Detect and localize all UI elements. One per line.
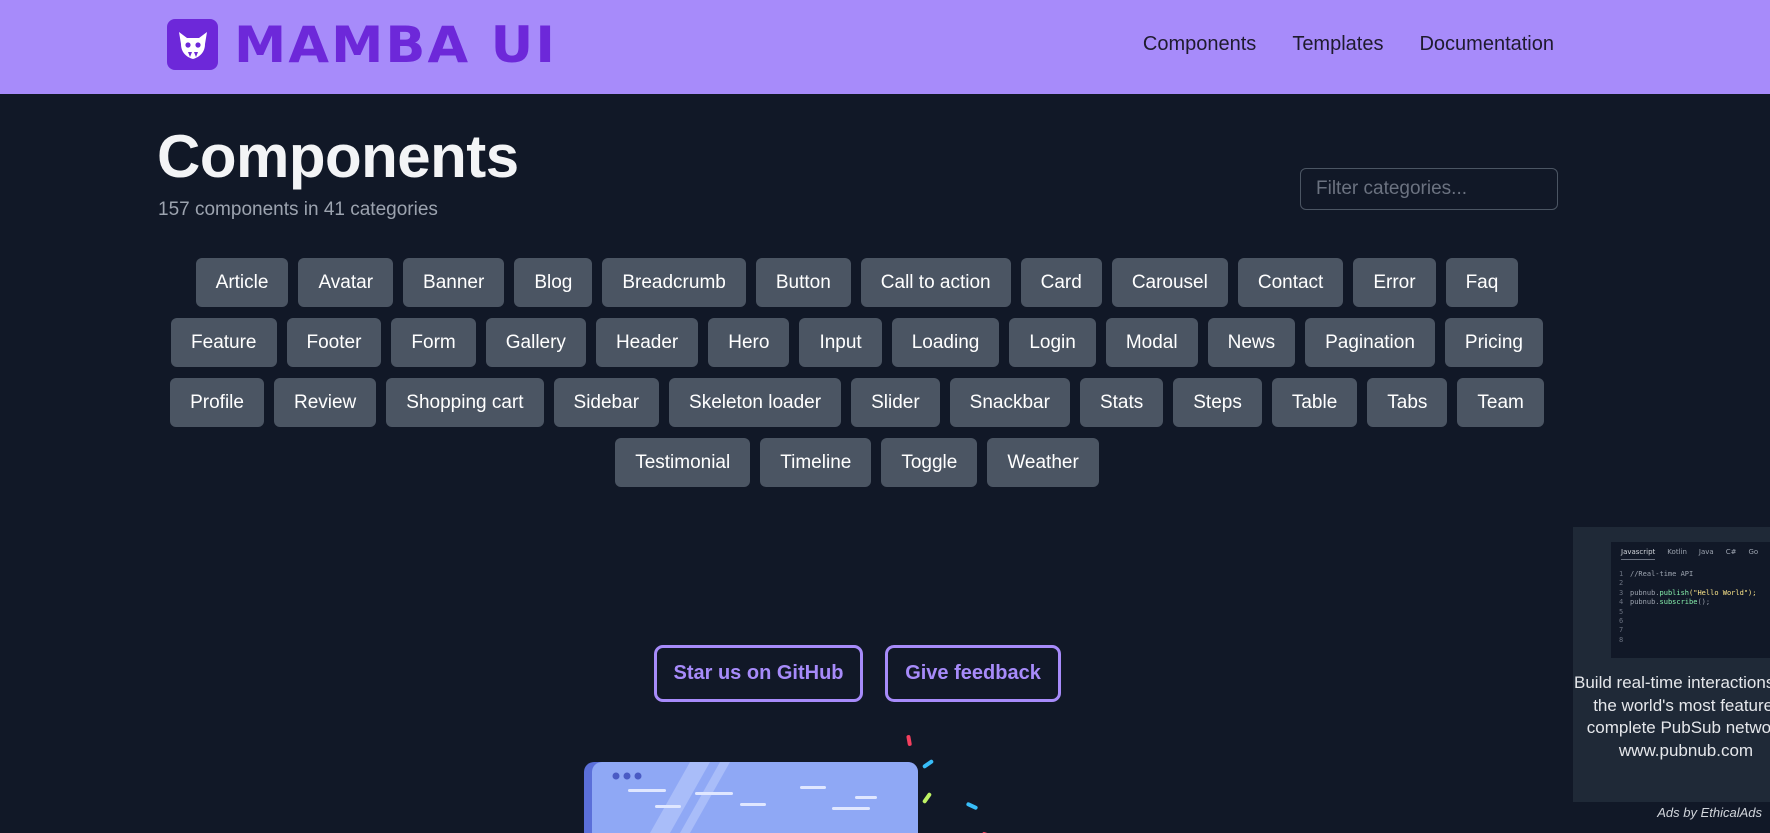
nav-components[interactable]: Components [1143,33,1256,56]
category-chip-loading[interactable]: Loading [891,318,1000,367]
category-chip-blog[interactable]: Blog [514,258,593,307]
page-title: Components [157,123,519,190]
category-chip-faq[interactable]: Faq [1445,258,1519,307]
main-nav: Components Templates Documentation [1143,33,1554,56]
nav-templates[interactable]: Templates [1292,33,1383,56]
ad-code-lines: 1//Real-time API 2 3 pubnub.publish("Hell… [1619,570,1757,644]
category-chip-carousel[interactable]: Carousel [1111,258,1228,307]
ad-tab-javascript: Javascript [1621,548,1656,560]
category-chip-footer[interactable]: Footer [286,318,382,367]
components-count: 157 components in 41 categories [158,199,438,220]
category-chip-article[interactable]: Article [195,258,289,307]
category-chip-toggle[interactable]: Toggle [881,438,978,487]
code-token: (); [1697,598,1711,607]
category-chip-pricing[interactable]: Pricing [1444,318,1543,367]
category-chip-input[interactable]: Input [799,318,882,367]
category-chip-modal[interactable]: Modal [1105,318,1198,367]
code-token: ("Hello World"); [1689,588,1757,597]
category-chip-timeline[interactable]: Timeline [760,438,872,487]
category-chip-review[interactable]: Review [273,378,377,427]
category-list: Article Avatar Banner Blog Breadcrumb Button C… [150,258,1564,487]
category-chip-news[interactable]: News [1207,318,1296,367]
category-chip-slider[interactable]: Slider [851,378,940,427]
category-chip-feature[interactable]: Feature [171,318,277,367]
code-token: subscribe [1659,598,1698,607]
category-chip-table[interactable]: Table [1271,378,1358,427]
category-chip-steps[interactable]: Steps [1173,378,1262,427]
category-chip-form[interactable]: Form [391,318,476,367]
ad-tab-java: Java [1698,548,1714,556]
category-chip-contact[interactable]: Contact [1237,258,1344,307]
category-chip-button[interactable]: Button [755,258,851,307]
category-chip-avatar[interactable]: Avatar [298,258,394,307]
category-chip-testimonial[interactable]: Testimonial [615,438,751,487]
category-chip-sidebar[interactable]: Sidebar [553,378,660,427]
logo[interactable]: MAMBA UI [167,19,555,70]
sponsored-ad[interactable]: Javascript Kotlin Java C# Go 1//Real-tim… [1573,527,1770,802]
category-chip-gallery[interactable]: Gallery [485,318,586,367]
category-chip-stats[interactable]: Stats [1079,378,1164,427]
brand-name: MAMBA UI [234,15,558,74]
browser-illustration [584,735,992,833]
nav-documentation[interactable]: Documentation [1419,33,1554,56]
category-chip-header[interactable]: Header [595,318,699,367]
category-chip-card[interactable]: Card [1020,258,1102,307]
category-chip-weather[interactable]: Weather [987,438,1099,487]
mamba-logo-icon [167,19,218,70]
category-chip-snackbar[interactable]: Snackbar [949,378,1070,427]
code-comment: //Real-time API [1630,570,1694,578]
star-github-button[interactable]: Star us on GitHub [654,645,863,702]
ad-credit[interactable]: Ads by EthicalAds [1657,805,1762,820]
category-chip-breadcrumb[interactable]: Breadcrumb [602,258,746,307]
filter-categories-input[interactable] [1300,168,1558,210]
category-chip-team[interactable]: Team [1457,378,1544,427]
ad-code-tabs: Javascript Kotlin Java C# Go [1611,542,1770,564]
ad-tab-kotlin: Kotlin [1667,548,1687,556]
category-chip-skeleton-loader[interactable]: Skeleton loader [669,378,842,427]
ad-text: Build real-time interactions on the worl… [1574,673,1770,760]
ad-tab-csharp: C# [1725,548,1737,556]
ad-tab-go: Go [1748,548,1759,556]
category-chip-call-to-action[interactable]: Call to action [860,258,1011,307]
category-chip-tabs[interactable]: Tabs [1367,378,1448,427]
site-header: MAMBA UI Components Templates Documentat… [0,0,1770,94]
category-chip-shopping-cart[interactable]: Shopping cart [386,378,544,427]
code-token: pubnub. [1630,588,1660,597]
ad-code-snippet: Javascript Kotlin Java C# Go 1//Real-tim… [1611,542,1770,658]
category-chip-pagination[interactable]: Pagination [1305,318,1435,367]
give-feedback-button[interactable]: Give feedback [885,645,1061,702]
category-chip-hero[interactable]: Hero [708,318,790,367]
category-chip-banner[interactable]: Banner [403,258,505,307]
code-token: pubnub. [1630,598,1660,607]
category-chip-error[interactable]: Error [1353,258,1436,307]
category-chip-profile[interactable]: Profile [170,378,264,427]
category-chip-login[interactable]: Login [1009,318,1096,367]
code-token: publish [1659,588,1690,597]
